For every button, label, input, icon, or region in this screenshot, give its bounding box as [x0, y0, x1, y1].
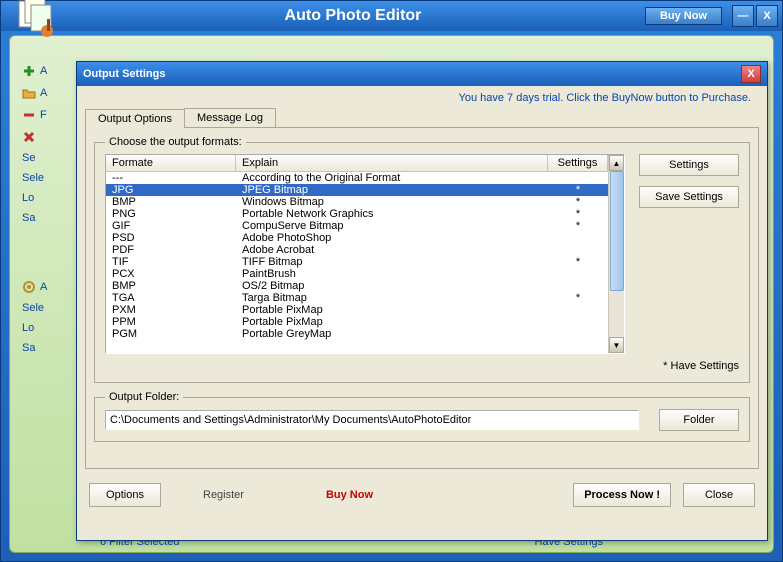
tab-message-log[interactable]: Message Log [184, 108, 276, 127]
minus-icon [22, 108, 36, 122]
sidebar-item-sele[interactable]: Sele [22, 172, 82, 184]
format-row[interactable]: PXMPortable PixMap [106, 304, 608, 316]
tab-body: Choose the output formats: Formate Expla… [85, 127, 759, 469]
output-settings-dialog: Output Settings X You have 7 days trial.… [76, 61, 768, 541]
format-row[interactable]: GIFCompuServe Bitmap* [106, 220, 608, 232]
format-row[interactable]: JPGJPEG Bitmap* [106, 184, 608, 196]
titlebar: Auto Photo Editor Buy Now — X [1, 1, 782, 31]
save-settings-button[interactable]: Save Settings [639, 186, 739, 208]
scroll-thumb[interactable] [610, 171, 624, 291]
tab-output-options[interactable]: Output Options [85, 109, 185, 128]
folder-input[interactable]: C:\Documents and Settings\Administrator\… [105, 410, 639, 430]
format-row[interactable]: PPMPortable PixMap [106, 316, 608, 328]
sidebar-item-se[interactable]: Se [22, 152, 82, 164]
app-logo [13, 0, 61, 43]
process-now-button[interactable]: Process Now ! [573, 483, 671, 507]
scroll-up-button[interactable]: ▲ [609, 155, 624, 171]
tabs: Output Options Message Log [85, 108, 759, 127]
app-title: Auto Photo Editor [61, 7, 645, 25]
sidebar-item-add[interactable]: A [22, 64, 82, 78]
dialog-close-button[interactable]: X [741, 65, 761, 83]
close-button[interactable]: Close [683, 483, 755, 507]
sidebar-item-remove[interactable]: F [22, 108, 82, 122]
sidebar-item-folder[interactable]: A [22, 86, 82, 100]
dialog-title: Output Settings [83, 68, 166, 80]
sidebar-item-lo2[interactable]: Lo [22, 322, 82, 334]
format-row[interactable]: PSDAdobe PhotoShop [106, 232, 608, 244]
format-row[interactable]: PGMPortable GreyMap [106, 328, 608, 340]
formats-fieldset: Choose the output formats: Formate Expla… [94, 136, 750, 383]
buynow-button[interactable]: Buy Now [645, 7, 722, 25]
format-row[interactable]: ---According to the Original Format [106, 172, 608, 184]
x-icon [22, 130, 36, 144]
register-link[interactable]: Register [203, 489, 244, 501]
formats-legend: Choose the output formats: [105, 136, 246, 148]
folder-button[interactable]: Folder [659, 409, 739, 431]
close-window-button[interactable]: X [756, 5, 778, 27]
list-header[interactable]: Formate Explain Settings [106, 155, 608, 172]
trial-message: You have 7 days trial. Click the BuyNow … [77, 86, 767, 106]
bottom-bar: Options Register Buy Now Process Now ! C… [77, 475, 767, 515]
folder-legend: Output Folder: [105, 391, 183, 403]
format-row[interactable]: PNGPortable Network Graphics* [106, 208, 608, 220]
header-settings[interactable]: Settings [548, 155, 608, 171]
formats-listview[interactable]: Formate Explain Settings ---According to… [105, 154, 625, 354]
plus-icon [22, 64, 36, 78]
format-row[interactable]: BMPWindows Bitmap* [106, 196, 608, 208]
sidebar-item-sa[interactable]: Sa [22, 212, 82, 224]
scrollbar[interactable]: ▲ ▼ [608, 155, 624, 353]
header-formate[interactable]: Formate [106, 155, 236, 171]
buynow-link[interactable]: Buy Now [326, 489, 373, 501]
output-folder-fieldset: Output Folder: C:\Documents and Settings… [94, 391, 750, 442]
options-button[interactable]: Options [89, 483, 161, 507]
format-row[interactable]: BMPOS/2 Bitmap [106, 280, 608, 292]
folder-icon [22, 86, 36, 100]
dialog-titlebar: Output Settings X [77, 62, 767, 86]
format-row[interactable]: PDFAdobe Acrobat [106, 244, 608, 256]
have-settings-label: * Have Settings [105, 360, 739, 372]
sidebar: A A F Se Sele Lo Sa A Sele Lo Sa [22, 56, 82, 362]
settings-button[interactable]: Settings [639, 154, 739, 176]
sidebar-item-sele2[interactable]: Sele [22, 302, 82, 314]
format-row[interactable]: PCXPaintBrush [106, 268, 608, 280]
sidebar-item-gear[interactable]: A [22, 280, 82, 294]
sidebar-item-lo[interactable]: Lo [22, 192, 82, 204]
scroll-down-button[interactable]: ▼ [609, 337, 624, 353]
gear-icon [22, 280, 36, 294]
sidebar-item-sa2[interactable]: Sa [22, 342, 82, 354]
format-row[interactable]: TGATarga Bitmap* [106, 292, 608, 304]
sidebar-item-clear[interactable] [22, 130, 82, 144]
minimize-button[interactable]: — [732, 5, 754, 27]
header-explain[interactable]: Explain [236, 155, 548, 171]
format-row[interactable]: TIFTIFF Bitmap* [106, 256, 608, 268]
